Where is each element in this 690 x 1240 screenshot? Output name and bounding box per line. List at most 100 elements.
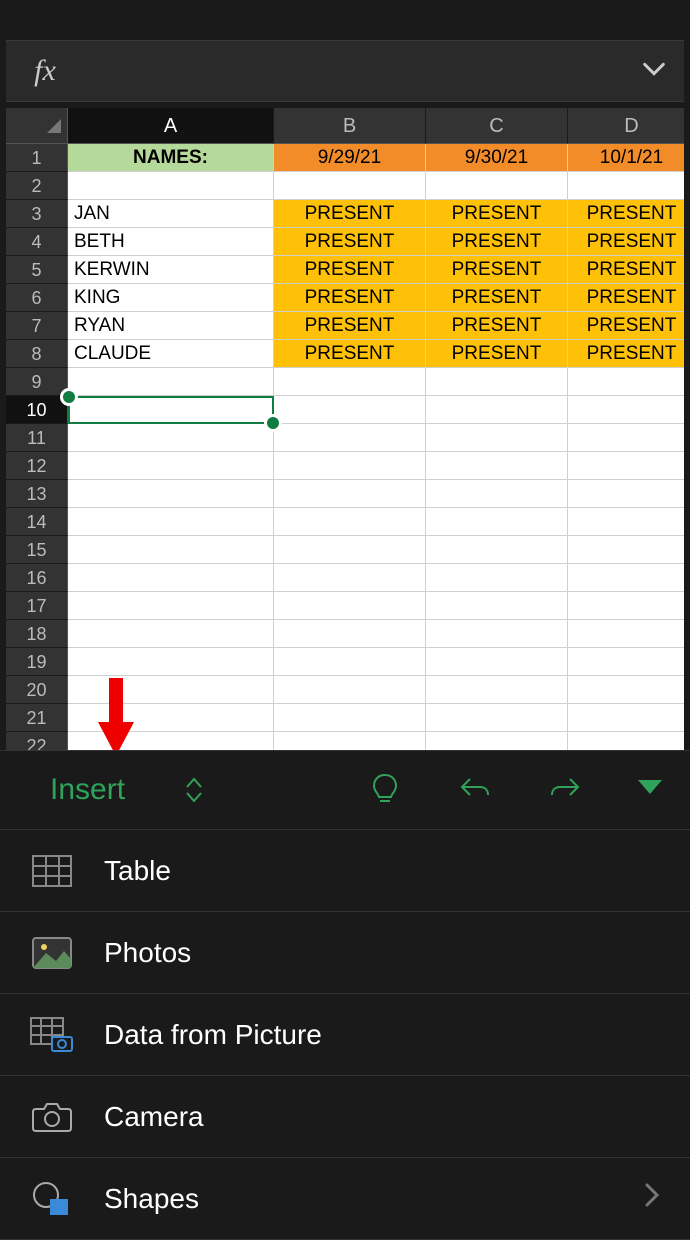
cell[interactable] [274,676,426,704]
cell[interactable] [426,536,568,564]
row-header[interactable]: 12 [6,452,68,480]
cell[interactable]: CLAUDE [68,340,274,368]
row-header[interactable]: 18 [6,620,68,648]
row-header[interactable]: 14 [6,508,68,536]
menu-item-shapes[interactable]: Shapes [0,1158,690,1240]
row-header[interactable]: 8 [6,340,68,368]
row-header[interactable]: 13 [6,480,68,508]
cell[interactable] [426,368,568,396]
cell[interactable] [274,704,426,732]
cell[interactable] [426,592,568,620]
collapse-ribbon-button[interactable] [610,778,690,803]
cell[interactable]: PRESENT [426,228,568,256]
cell[interactable]: PRESENT [274,284,426,312]
row-header[interactable]: 3 [6,200,68,228]
cell[interactable] [68,368,274,396]
cell[interactable] [426,732,568,750]
cell[interactable]: PRESENT [568,256,684,284]
cell[interactable] [568,564,684,592]
menu-item-table[interactable]: Table [0,830,690,912]
cell[interactable] [426,172,568,200]
cell[interactable] [68,732,274,750]
cell[interactable] [426,480,568,508]
cell[interactable] [568,368,684,396]
column-header[interactable]: B [274,108,426,144]
cell[interactable] [568,704,684,732]
row-header[interactable]: 17 [6,592,68,620]
cell[interactable] [426,648,568,676]
cell[interactable] [426,508,568,536]
cell[interactable] [274,368,426,396]
cell[interactable] [274,732,426,750]
row-header[interactable]: 7 [6,312,68,340]
cell[interactable] [568,592,684,620]
cell[interactable]: PRESENT [568,312,684,340]
cell[interactable] [68,704,274,732]
row-header[interactable]: 15 [6,536,68,564]
cell[interactable] [68,396,274,424]
cell[interactable] [68,536,274,564]
cell[interactable] [426,704,568,732]
cell[interactable] [426,424,568,452]
cell[interactable] [274,172,426,200]
cell[interactable] [274,480,426,508]
cell[interactable] [68,172,274,200]
cell[interactable] [568,648,684,676]
cell[interactable] [68,592,274,620]
cell[interactable] [568,732,684,750]
cell[interactable] [68,564,274,592]
cell[interactable]: PRESENT [274,340,426,368]
cell[interactable]: 9/30/21 [426,144,568,172]
cell[interactable]: PRESENT [426,340,568,368]
cell[interactable]: PRESENT [274,256,426,284]
row-header[interactable]: 2 [6,172,68,200]
cell[interactable] [274,620,426,648]
cell[interactable]: 10/1/21 [568,144,684,172]
cell[interactable]: PRESENT [426,284,568,312]
formula-expand-button[interactable] [624,55,684,88]
cell[interactable] [568,172,684,200]
cell[interactable] [426,676,568,704]
cell[interactable]: KERWIN [68,256,274,284]
cell[interactable] [274,396,426,424]
column-header[interactable]: D [568,108,684,144]
row-header[interactable]: 6 [6,284,68,312]
cell[interactable] [426,564,568,592]
cell[interactable] [274,508,426,536]
row-header[interactable]: 21 [6,704,68,732]
row-header[interactable]: 22 [6,732,68,750]
cell[interactable]: BETH [68,228,274,256]
cell[interactable] [274,424,426,452]
undo-button[interactable] [430,771,520,810]
cell[interactable]: PRESENT [274,200,426,228]
cell[interactable] [568,480,684,508]
cell[interactable] [68,620,274,648]
cell[interactable] [68,508,274,536]
cell[interactable] [68,648,274,676]
menu-item-data-from-picture[interactable]: Data from Picture [0,994,690,1076]
cell[interactable] [568,536,684,564]
row-header[interactable]: 5 [6,256,68,284]
formula-input[interactable] [84,41,624,101]
cell[interactable] [274,648,426,676]
cell[interactable] [274,452,426,480]
cell[interactable] [426,620,568,648]
cell[interactable] [426,452,568,480]
cell[interactable] [274,592,426,620]
spreadsheet-grid[interactable]: ABCD1NAMES:9/29/219/30/2110/1/2123JANPRE… [6,108,684,750]
cell[interactable] [68,452,274,480]
tab-switcher-icon[interactable] [185,777,203,803]
cell[interactable]: JAN [68,200,274,228]
cell[interactable] [568,676,684,704]
cell[interactable] [274,564,426,592]
ribbon-tab-selector[interactable]: Insert [0,773,223,807]
cell[interactable]: PRESENT [426,256,568,284]
cell[interactable]: PRESENT [568,228,684,256]
select-all-corner[interactable] [6,108,68,144]
cell[interactable]: PRESENT [568,200,684,228]
cell[interactable] [68,424,274,452]
cell[interactable]: NAMES: [68,144,274,172]
menu-item-photos[interactable]: Photos [0,912,690,994]
cell[interactable] [68,676,274,704]
row-header[interactable]: 11 [6,424,68,452]
